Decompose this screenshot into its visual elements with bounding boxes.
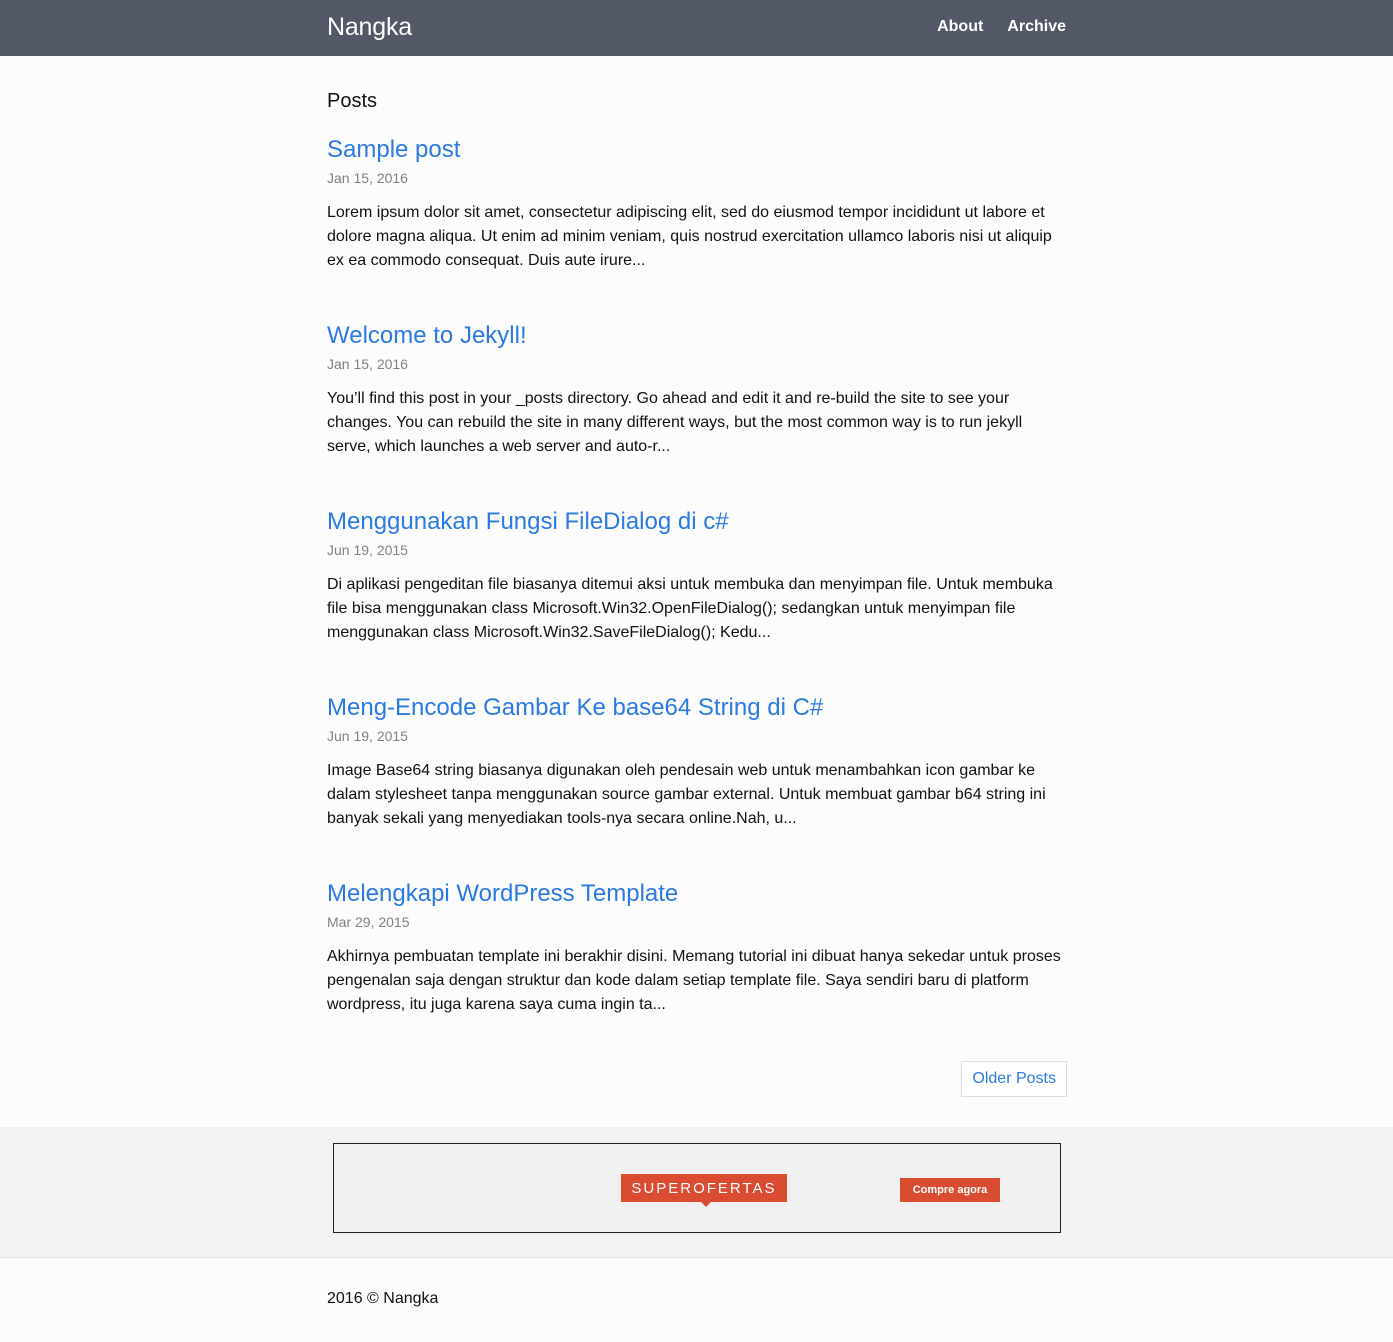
ad-banner[interactable]: SUPEROFERTAS Compre agora: [333, 1143, 1061, 1233]
pagination: Older Posts: [961, 1061, 1067, 1097]
older-posts-button[interactable]: Older Posts: [961, 1061, 1067, 1097]
post-title-link[interactable]: Welcome to Jekyll!: [327, 321, 1067, 351]
post-excerpt: You’ll find this post in your _posts dir…: [327, 390, 1023, 455]
post-item: Melengkapi WordPress Template Mar 29, 20…: [327, 879, 1067, 1017]
post-date: Jun 19, 2015: [327, 728, 408, 744]
post-excerpt: Akhirnya pembuatan template ini berakhir…: [327, 948, 1061, 1013]
post-item: Welcome to Jekyll! Jan 15, 2016 You’ll f…: [327, 321, 1067, 459]
post-excerpt: Di aplikasi pengeditan file biasanya dit…: [327, 576, 1053, 641]
ad-logo: SUPEROFERTAS: [621, 1174, 787, 1207]
post-title-link[interactable]: Meng-Encode Gambar Ke base64 String di C…: [327, 693, 1067, 723]
ad-buy-button[interactable]: Compre agora: [900, 1178, 1000, 1202]
post-date: Jun 19, 2015: [327, 542, 408, 558]
post-date: Mar 29, 2015: [327, 914, 410, 930]
post-item: Meng-Encode Gambar Ke base64 String di C…: [327, 693, 1067, 831]
nav-archive-link[interactable]: Archive: [1007, 18, 1066, 36]
post-excerpt: Image Base64 string biasanya digunakan o…: [327, 762, 1046, 827]
site-title-link[interactable]: Nangka: [327, 13, 412, 42]
nav-about-link[interactable]: About: [937, 18, 983, 36]
footer-copyright: 2016 © Nangka: [327, 1290, 439, 1307]
post-excerpt: Lorem ipsum dolor sit amet, consectetur …: [327, 204, 1052, 269]
site-nav: About Archive: [937, 18, 1066, 36]
post-date: Jan 15, 2016: [327, 170, 408, 186]
post-item: Menggunakan Fungsi FileDialog di c# Jun …: [327, 507, 1067, 645]
ad-band: SUPEROFERTAS Compre agora: [0, 1127, 1393, 1258]
post-title-link[interactable]: Melengkapi WordPress Template: [327, 879, 1067, 909]
site-header: Nangka About Archive: [0, 0, 1393, 56]
post-title-link[interactable]: Menggunakan Fungsi FileDialog di c#: [327, 507, 1067, 537]
post-title-link[interactable]: Sample post: [327, 135, 1067, 165]
post-item: Sample post Jan 15, 2016 Lorem ipsum dol…: [327, 135, 1067, 273]
post-date: Jan 15, 2016: [327, 356, 408, 372]
page-title: Posts: [327, 90, 378, 112]
